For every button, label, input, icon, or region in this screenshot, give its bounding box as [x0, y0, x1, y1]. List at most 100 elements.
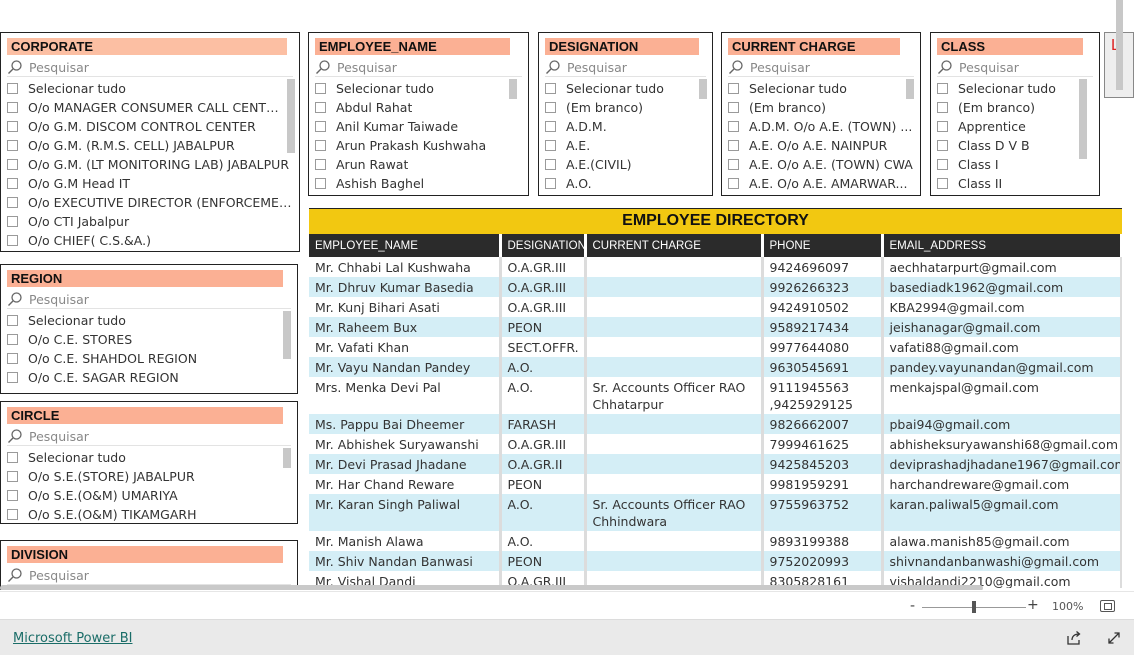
- slicer-item[interactable]: O/o CHIEF( C.S.&A.): [7, 231, 295, 250]
- slicer-item[interactable]: A.D.M.: [545, 117, 707, 136]
- slicer-item[interactable]: A.E.(CIVIL): [545, 155, 707, 174]
- slicer-item[interactable]: O/o G.M. (R.M.S. CELL) JABALPUR: [7, 136, 295, 155]
- vertical-scrollbar[interactable]: [699, 79, 707, 99]
- slicer-item[interactable]: O/o EXECUTIVE DIRECTOR (ENFORCEMENT): [7, 193, 295, 212]
- checkbox[interactable]: [545, 121, 556, 132]
- slicer-item[interactable]: Apprentice: [937, 117, 1087, 136]
- slicer-item[interactable]: O/o C.E. SAGAR REGION: [7, 368, 291, 387]
- slicer-search-input[interactable]: Pesquisar: [7, 566, 291, 585]
- slicer-search-input[interactable]: Pesquisar: [7, 58, 293, 77]
- slicer-search-input[interactable]: Pesquisar: [937, 58, 1093, 77]
- slicer-item[interactable]: Selecionar tudo: [7, 79, 295, 98]
- checkbox[interactable]: [7, 235, 18, 246]
- vertical-scrollbar[interactable]: [287, 79, 295, 153]
- slicer-item[interactable]: A.E. O/o A.E. AMARWAR...: [728, 174, 914, 193]
- checkbox[interactable]: [728, 102, 739, 113]
- vertical-scrollbar[interactable]: [906, 79, 914, 99]
- checkbox[interactable]: [545, 159, 556, 170]
- slicer-search-input[interactable]: Pesquisar: [545, 58, 706, 77]
- vertical-scrollbar[interactable]: [509, 79, 517, 99]
- slicer-item[interactable]: O/o CTI Jabalpur: [7, 212, 295, 231]
- checkbox[interactable]: [728, 83, 739, 94]
- checkbox[interactable]: [315, 121, 326, 132]
- checkbox[interactable]: [545, 83, 556, 94]
- checkbox[interactable]: [7, 452, 18, 463]
- checkbox[interactable]: [545, 102, 556, 113]
- checkbox[interactable]: [315, 140, 326, 151]
- slicer-item[interactable]: Selecionar tudo: [7, 311, 291, 330]
- checkbox[interactable]: [315, 178, 326, 189]
- page-vertical-scrollbar[interactable]: [1116, 0, 1123, 90]
- slicer-item[interactable]: O/o C.E. SHAHDOL REGION: [7, 349, 291, 368]
- checkbox[interactable]: [7, 315, 18, 326]
- table-row[interactable]: Mr. Shiv Nandan Banwasi PEON 9752020993 shi…: [309, 551, 1122, 571]
- checkbox[interactable]: [937, 178, 948, 189]
- vertical-scrollbar[interactable]: [283, 448, 291, 468]
- slicer-item[interactable]: O/o S.E.(O&M) UMARIYA: [7, 486, 291, 505]
- slicer-item[interactable]: Arun Rawat: [315, 155, 517, 174]
- checkbox[interactable]: [545, 140, 556, 151]
- table-row[interactable]: Mr. Abhishek Suryawanshi O.A.GR.III 799946…: [309, 434, 1122, 454]
- table-row[interactable]: Ms. Pappu Bai Dheemer FARASH 9826662007 pba…: [309, 414, 1122, 434]
- checkbox[interactable]: [7, 490, 18, 501]
- slicer-search-input[interactable]: Pesquisar: [728, 58, 914, 77]
- table-row[interactable]: Mr. Kunj Bihari Asati O.A.GR.III 942491050…: [309, 297, 1122, 317]
- slicer-item[interactable]: A.O.: [545, 174, 707, 193]
- slicer-item[interactable]: Selecionar tudo: [7, 448, 291, 467]
- slicer-item[interactable]: Ashish Baghel: [315, 174, 517, 193]
- slicer-item[interactable]: Class D V B: [937, 136, 1087, 155]
- checkbox[interactable]: [728, 121, 739, 132]
- slicer-search-input[interactable]: Pesquisar: [315, 58, 522, 77]
- checkbox[interactable]: [937, 140, 948, 151]
- slicer-item[interactable]: O/o G.M. (LT MONITORING LAB) JABALPUR: [7, 155, 295, 174]
- checkbox[interactable]: [937, 121, 948, 132]
- column-header[interactable]: DESIGNATION: [500, 234, 587, 257]
- zoom-in-button[interactable]: +: [1027, 597, 1039, 613]
- slicer-item[interactable]: Selecionar tudo: [315, 79, 517, 98]
- table-row[interactable]: Mr. Manish Alawa A.O. 9893199388 alawa.mani…: [309, 531, 1122, 551]
- checkbox[interactable]: [7, 121, 18, 132]
- fit-to-page-icon[interactable]: [1100, 600, 1115, 612]
- table-row[interactable]: Mr. Vayu Nandan Pandey A.O. 9630545691 pand…: [309, 357, 1122, 377]
- slicer-item[interactable]: O/o MANAGER CONSUMER CALL CENTRE...: [7, 98, 295, 117]
- table-row[interactable]: Mr. Chhabi Lal Kushwaha O.A.GR.III 9424696…: [309, 257, 1122, 277]
- slicer-item[interactable]: Selecionar tudo: [728, 79, 914, 98]
- checkbox[interactable]: [728, 140, 739, 151]
- slicer-item[interactable]: (Em branco): [937, 98, 1087, 117]
- checkbox[interactable]: [315, 159, 326, 170]
- column-header[interactable]: CURRENT CHARGE: [585, 234, 764, 257]
- slicer-item[interactable]: O/o G.M Head IT: [7, 174, 295, 193]
- checkbox[interactable]: [7, 471, 18, 482]
- slicer-item[interactable]: (Em branco): [545, 98, 707, 117]
- checkbox[interactable]: [937, 83, 948, 94]
- slicer-item[interactable]: A.E.: [545, 136, 707, 155]
- checkbox[interactable]: [545, 178, 556, 189]
- slicer-item[interactable]: Arun Prakash Kushwaha: [315, 136, 517, 155]
- slicer-search-input[interactable]: Pesquisar: [7, 290, 291, 309]
- checkbox[interactable]: [7, 216, 18, 227]
- share-icon[interactable]: [1066, 630, 1082, 646]
- slicer-item[interactable]: A.E. O/o A.E. (TOWN) CWA: [728, 155, 914, 174]
- slicer-item[interactable]: O/o C.E. STORES: [7, 330, 291, 349]
- slicer-item[interactable]: A.E. O/o A.E. NAINPUR: [728, 136, 914, 155]
- table-row[interactable]: Mr. Devi Prasad Jhadane O.A.GR.II 94258452…: [309, 454, 1122, 474]
- table-row[interactable]: Mr. Har Chand Reware PEON 9981959291 harcha…: [309, 474, 1122, 494]
- horizontal-scrollbar[interactable]: [0, 585, 983, 590]
- checkbox[interactable]: [7, 509, 18, 520]
- checkbox[interactable]: [7, 372, 18, 383]
- table-row[interactable]: Mrs. Menka Devi Pal A.O. Sr. Accounts Offi…: [309, 377, 1122, 414]
- fullscreen-icon[interactable]: [1106, 630, 1122, 646]
- checkbox[interactable]: [7, 102, 18, 113]
- slicer-item[interactable]: Class II: [937, 174, 1087, 193]
- checkbox[interactable]: [7, 178, 18, 189]
- checkbox[interactable]: [7, 334, 18, 345]
- column-header[interactable]: PHONE: [762, 234, 884, 257]
- checkbox[interactable]: [315, 83, 326, 94]
- slicer-item[interactable]: A.D.M. O/o A.E. (TOWN) ...: [728, 117, 914, 136]
- checkbox[interactable]: [7, 197, 18, 208]
- slicer-item[interactable]: O/o S.E.(O&M) TIKAMGARH: [7, 505, 291, 523]
- vertical-scrollbar[interactable]: [1079, 79, 1087, 159]
- table-row[interactable]: Mr. Dhruv Kumar Basedia O.A.GR.III 9926266…: [309, 277, 1122, 297]
- slicer-item[interactable]: Anil Kumar Taiwade: [315, 117, 517, 136]
- slicer-item[interactable]: O/o G.M. DISCOM CONTROL CENTER: [7, 117, 295, 136]
